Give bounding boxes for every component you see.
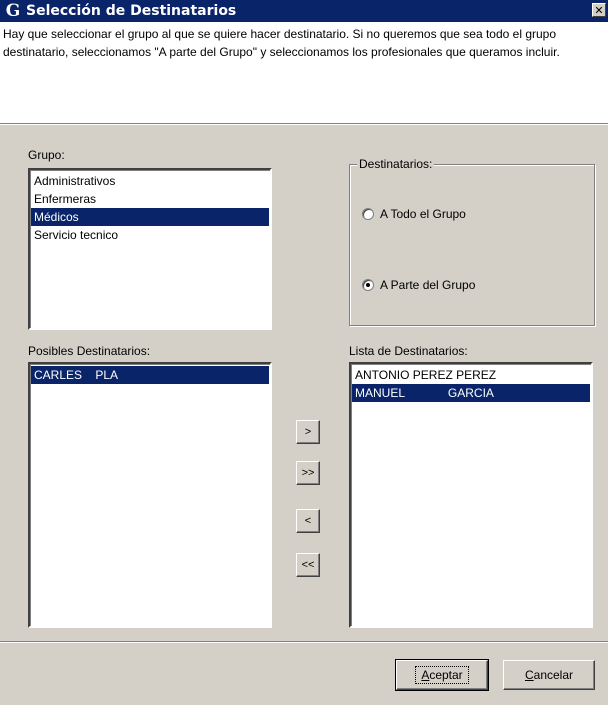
list-item[interactable]: ANTONIO PEREZ PEREZ	[352, 366, 590, 384]
remove-button[interactable]: <	[296, 509, 320, 533]
window-title: Selección de Destinatarios	[26, 3, 237, 19]
help-text: Hay que seleccionar el grupo al que se q…	[3, 27, 560, 59]
radio-label: A Parte del Grupo	[380, 278, 476, 292]
list-item[interactable]: Médicos	[31, 208, 269, 226]
title-bar[interactable]: G Selección de Destinatarios ✕	[0, 0, 608, 22]
radio-parte-grupo[interactable]: A Parte del Grupo	[362, 278, 475, 292]
help-panel: Hay que seleccionar el grupo al que se q…	[0, 22, 608, 124]
remove-all-button[interactable]: <<	[296, 553, 320, 577]
dialog-window: G Selección de Destinatarios ✕ Hay que s…	[0, 0, 608, 705]
destinatarios-groupbox: Destinatarios: A Todo el Grupo A Parte d…	[349, 157, 595, 326]
list-item[interactable]: CARLES PLA	[31, 366, 269, 384]
separator	[0, 641, 608, 643]
accept-label: Aceptar	[415, 666, 469, 684]
lista-label: Lista de Destinatarios:	[349, 344, 468, 358]
grupo-list[interactable]: Administrativos Enfermeras Médicos Servi…	[28, 168, 272, 330]
cancel-button[interactable]: Cancelar	[503, 660, 595, 690]
accept-button[interactable]: Aceptar	[395, 659, 489, 691]
posibles-list[interactable]: CARLES PLA	[28, 362, 272, 628]
close-button[interactable]: ✕	[592, 3, 606, 17]
radio-todo-grupo[interactable]: A Todo el Grupo	[362, 207, 466, 221]
posibles-label: Posibles Destinatarios:	[28, 344, 151, 358]
radio-button[interactable]	[362, 279, 374, 291]
add-button[interactable]: >	[296, 420, 320, 444]
grupo-label: Grupo:	[28, 148, 65, 162]
radio-label: A Todo el Grupo	[380, 207, 466, 221]
radio-button[interactable]	[362, 208, 374, 220]
list-item[interactable]: Enfermeras	[31, 190, 269, 208]
list-item[interactable]: MANUEL GARCIA	[352, 384, 590, 402]
list-item[interactable]: Servicio tecnico	[31, 226, 269, 244]
destinatarios-title: Destinatarios:	[357, 157, 435, 171]
app-icon: G	[5, 1, 21, 21]
add-all-button[interactable]: >>	[296, 461, 320, 485]
lista-list[interactable]: ANTONIO PEREZ PEREZ MANUEL GARCIA	[349, 362, 593, 628]
separator	[0, 123, 608, 125]
list-item[interactable]: Administrativos	[31, 172, 269, 190]
cancel-label: Cancelar	[524, 668, 574, 682]
